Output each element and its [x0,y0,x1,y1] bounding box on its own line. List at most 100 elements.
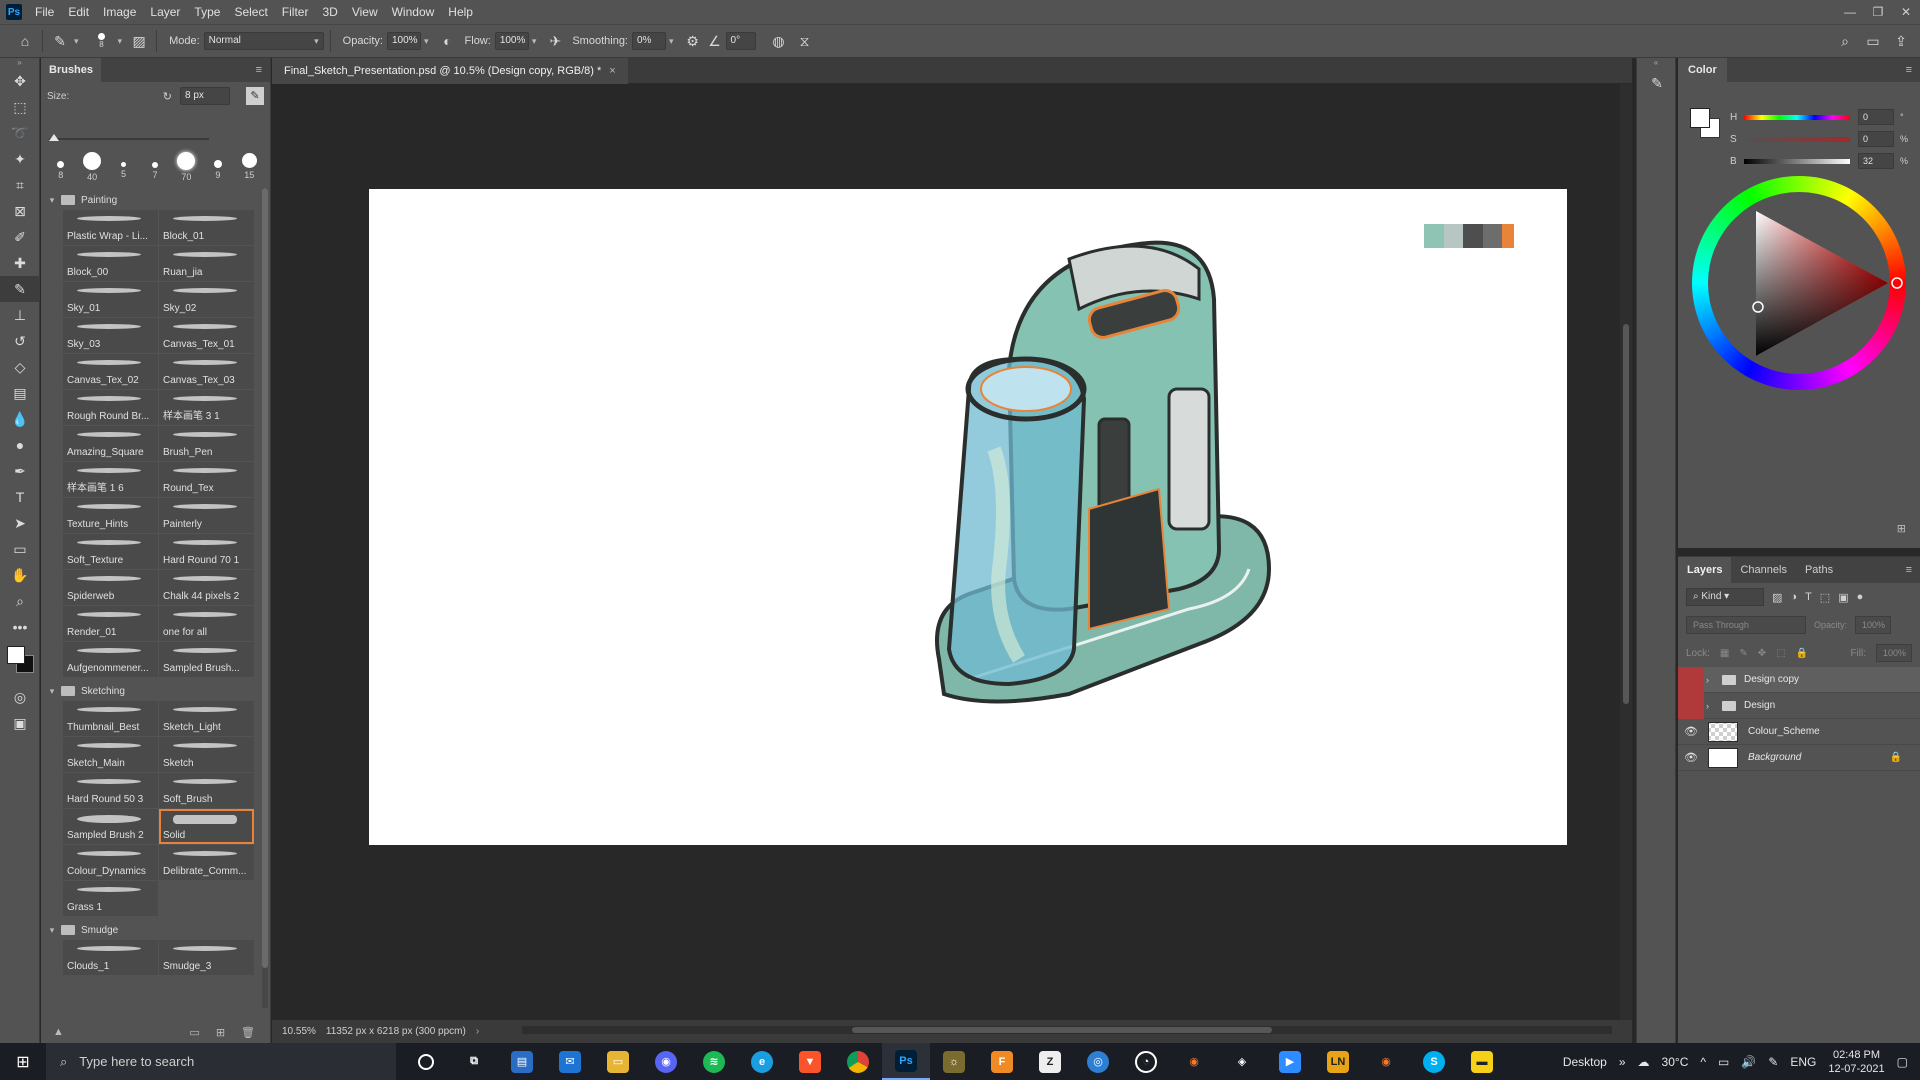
gradient-tool-icon[interactable]: ▤ [0,380,40,406]
brush-tool-preset-icon[interactable]: ✎ [49,30,71,52]
menu-type[interactable]: Type [187,0,227,24]
lock-transparent-icon[interactable]: ▦ [1720,648,1729,659]
folder-icon[interactable]: ▭ [189,1026,199,1039]
gear-icon[interactable]: ⚙ [682,30,704,52]
smoothing-input[interactable]: 0% [632,32,666,50]
screen-mode-icon[interactable]: ▣ [0,710,40,736]
brush-item[interactable]: Painterly [159,498,254,533]
chevron-right-icon[interactable]: » [1619,1055,1626,1069]
size-input[interactable]: 8 px [180,87,230,105]
temperature[interactable]: 30°C [1662,1055,1689,1069]
eraser-tool-icon[interactable]: ◇ [0,354,40,380]
linkedin-learning-icon[interactable]: LN [1314,1043,1362,1080]
brush-settings-toggle-icon[interactable]: ▨ [128,30,150,52]
chevron-down-icon[interactable]: ▾ [532,36,537,47]
saturation-slider[interactable] [1744,136,1850,142]
color-wheel[interactable] [1692,176,1906,390]
brush-item[interactable]: Soft_Brush [159,773,254,808]
path-selection-tool-icon[interactable]: ➤ [0,510,40,536]
tab-paths[interactable]: Paths [1796,557,1842,583]
edge-icon[interactable]: e [738,1043,786,1080]
panel-menu-icon[interactable]: ≡ [256,64,262,76]
minimize-button[interactable]: — [1836,0,1864,24]
filter-adjustment-icon[interactable]: ◑ [1790,591,1797,603]
canvas-vertical-scrollbar[interactable] [1620,84,1632,1020]
history-brush-tool-icon[interactable]: ↺ [0,328,40,354]
brush-item[interactable]: Hard Round 70 1 [159,534,254,569]
brush-tool-icon[interactable]: ✎ [0,276,40,302]
search-icon[interactable]: ⌕ [1834,30,1856,52]
trash-icon[interactable]: 🗑 [241,1026,255,1039]
brush-item[interactable]: Block_01 [159,210,254,245]
hand-tool-icon[interactable]: ✋ [0,562,40,588]
pressure-opacity-icon[interactable]: ◐ [437,30,459,52]
share-icon[interactable]: ⇪ [1890,30,1912,52]
brush-item[interactable]: Aufgenommener... [63,642,158,677]
hue-input[interactable]: 0 [1858,109,1894,125]
chevron-down-icon[interactable]: ▾ [424,36,429,47]
visibility-toggle[interactable] [1678,692,1704,719]
opacity-input[interactable]: 100% [387,32,421,50]
brush-group-smudge[interactable]: ▾ Smudge [45,920,261,940]
layer-row-colour-scheme[interactable]: 👁 Colour_Scheme [1678,719,1920,745]
flow-input[interactable]: 100% [494,32,529,50]
file-explorer-icon[interactable]: ▭ [594,1043,642,1080]
dodge-tool-icon[interactable]: ● [0,432,40,458]
brush-item[interactable]: Sketch [159,737,254,772]
microsoft-store-icon[interactable]: ▤ [498,1043,546,1080]
rectangle-tool-icon[interactable]: ▭ [0,536,40,562]
workspace-icon[interactable]: ▭ [1862,30,1884,52]
menu-select[interactable]: Select [227,0,274,24]
zoom-icon[interactable]: ▶ [1266,1043,1314,1080]
close-button[interactable]: ✕ [1892,0,1920,24]
pen-tool-icon[interactable]: ✒ [0,458,40,484]
expand-icon[interactable]: ⊞ [1897,522,1906,535]
brush-item[interactable]: Sampled Brush... [159,642,254,677]
chevron-right-icon[interactable]: › [1706,675,1718,685]
menu-help[interactable]: Help [441,0,480,24]
brush-item[interactable]: Plastic Wrap - Li... [63,210,158,245]
blend-mode-select[interactable]: Pass Through [1686,616,1806,634]
marquee-tool-icon[interactable]: ⬚ [0,94,40,120]
brush-item[interactable]: Brush_Pen [159,426,254,461]
new-brush-icon[interactable]: ✎ [246,87,264,105]
tab-layers[interactable]: Layers [1678,557,1732,583]
size-slider[interactable] [49,134,209,141]
chevron-right-icon[interactable]: › [476,1026,479,1037]
brush-item[interactable]: Sketch_Main [63,737,158,772]
eye-icon[interactable]: 👁 [1678,745,1704,771]
brush-item[interactable]: Ruan_jia [159,246,254,281]
collapse-icon[interactable]: » [0,58,39,68]
menu-window[interactable]: Window [385,0,442,24]
panel-menu-icon[interactable]: ≡ [1906,564,1912,576]
eye-icon[interactable]: 👁 [1678,719,1704,745]
chevron-down-icon[interactable]: ▾ [669,36,674,47]
brush-item[interactable]: Smudge_3 [159,940,254,975]
menu-layer[interactable]: Layer [143,0,187,24]
new-brush-icon[interactable]: ⊞ [216,1026,225,1039]
panel-menu-icon[interactable]: ≡ [1906,64,1912,76]
brush-item[interactable]: Delibrate_Comm... [159,845,254,880]
saturation-input[interactable]: 0 [1858,131,1894,147]
preset-item[interactable]: 8 [45,152,76,186]
brightness-slider[interactable] [1744,158,1850,164]
zoom-tool-icon[interactable]: ⌕ [0,588,40,614]
pressure-size-icon[interactable]: ◍ [768,30,790,52]
brush-item[interactable]: Colour_Dynamics [63,845,158,880]
brush-item[interactable]: Canvas_Tex_01 [159,318,254,353]
brush-item[interactable]: Block_00 [63,246,158,281]
restore-button[interactable]: ❐ [1864,0,1892,24]
color-fg-bg-swatches[interactable] [1690,108,1724,142]
type-tool-icon[interactable]: T [0,484,40,510]
healing-brush-tool-icon[interactable]: ✚ [0,250,40,276]
layer-opacity-input[interactable]: 100% [1855,616,1892,634]
more-tools-icon[interactable]: ••• [0,614,40,640]
sticky-notes-icon[interactable]: ▬ [1458,1043,1506,1080]
brush-item[interactable]: Sky_02 [159,282,254,317]
document-tab[interactable]: Final_Sketch_Presentation.psd @ 10.5% (D… [272,58,628,84]
brush-item[interactable]: Sketch_Light [159,701,254,736]
reset-icon[interactable]: ↻ [163,90,172,103]
layer-row-background[interactable]: 👁 Background 🔒 [1678,745,1920,771]
zbrush-icon[interactable]: Z [1026,1043,1074,1080]
brush-item[interactable]: Canvas_Tex_02 [63,354,158,389]
